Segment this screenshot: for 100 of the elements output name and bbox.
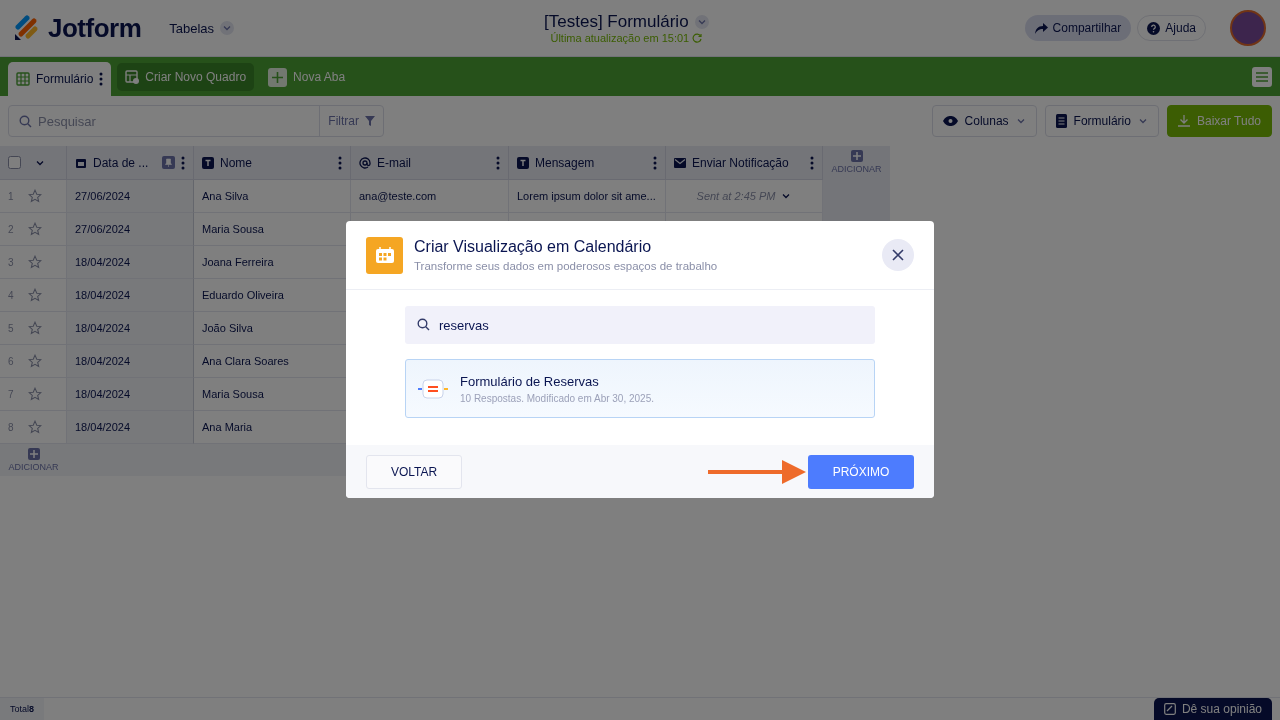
menu-icon bbox=[1256, 72, 1268, 82]
help-icon bbox=[1147, 21, 1161, 35]
more-icon[interactable] bbox=[181, 155, 185, 170]
calendar-icon bbox=[75, 156, 87, 169]
feedback-button[interactable]: Dê sua opinião bbox=[1153, 697, 1272, 720]
section-dropdown[interactable]: Tabelas bbox=[169, 20, 235, 36]
document-icon bbox=[1055, 114, 1067, 128]
text-type-icon bbox=[202, 156, 214, 169]
table-cell: Lorem ipsum dolor sit ame... bbox=[517, 190, 656, 202]
table-cell: 27/06/2024 bbox=[75, 223, 131, 235]
modal-subtitle: Transforme seus dados em poderosos espaços de trabalho bbox=[414, 260, 719, 272]
more-icon[interactable] bbox=[338, 155, 342, 170]
plus-icon bbox=[268, 67, 288, 87]
table-cell: 18/04/2024 bbox=[75, 355, 131, 367]
table-cell: 18/04/2024 bbox=[75, 322, 131, 334]
grid-icon bbox=[16, 72, 30, 86]
logo-text: Jotform bbox=[48, 12, 142, 44]
column-header[interactable]: Data de ... bbox=[67, 146, 194, 180]
search-icon bbox=[417, 318, 430, 331]
columns-button[interactable]: Colunas bbox=[931, 105, 1037, 137]
back-button[interactable]: VOLTAR bbox=[366, 454, 462, 489]
share-button[interactable]: Compartilhar bbox=[1024, 15, 1132, 41]
at-sign-icon bbox=[359, 156, 371, 169]
tab[interactable]: Criar Novo Quadro bbox=[117, 63, 255, 91]
filter-icon bbox=[365, 116, 375, 126]
table-cell: Eduardo Oliveira bbox=[202, 289, 284, 301]
result-meta: 10 Respostas. Modificado em Abr 30, 2025. bbox=[460, 392, 654, 404]
table-cell: 18/04/2024 bbox=[75, 421, 131, 433]
result-title: Formulário de Reservas bbox=[460, 373, 600, 389]
tab[interactable]: Formulário bbox=[8, 62, 112, 96]
more-icon[interactable] bbox=[496, 155, 500, 170]
column-header[interactable]: Nome bbox=[194, 146, 351, 180]
title-dropdown[interactable] bbox=[694, 15, 709, 29]
chevron-down-icon bbox=[696, 17, 707, 27]
total-count: Total8 bbox=[0, 698, 45, 720]
share-arrow-icon bbox=[1034, 22, 1048, 34]
column-header[interactable]: Enviar Notificação bbox=[666, 146, 823, 180]
table-cell: 27/06/2024 bbox=[75, 190, 131, 202]
chevron-down-icon bbox=[1137, 116, 1148, 126]
modal-title: Criar Visualização em Calendário bbox=[414, 238, 653, 256]
logo-icon bbox=[14, 15, 40, 41]
chevron-down-icon bbox=[1015, 116, 1026, 126]
row-number: 4 bbox=[8, 289, 15, 301]
star-icon[interactable] bbox=[28, 354, 42, 368]
user-avatar[interactable] bbox=[1230, 10, 1266, 46]
board-add-icon bbox=[125, 70, 140, 84]
last-updated-text: Última atualização em 15:01 bbox=[550, 32, 690, 44]
table-cell: 18/04/2024 bbox=[75, 289, 131, 301]
star-icon[interactable] bbox=[28, 189, 42, 203]
row-number: 7 bbox=[8, 388, 15, 400]
column-header[interactable]: E-mail bbox=[351, 146, 509, 180]
table-cell: Maria Sousa bbox=[202, 388, 264, 400]
select-all-checkbox[interactable] bbox=[8, 156, 21, 169]
table-cell: Maria Sousa bbox=[202, 223, 264, 235]
table-cell: 18/04/2024 bbox=[75, 256, 131, 268]
table-cell: Ana Silva bbox=[202, 190, 249, 202]
help-button[interactable]: Ajuda bbox=[1137, 15, 1206, 41]
tab[interactable]: Nova Aba bbox=[260, 63, 354, 91]
next-button[interactable]: PRÓXIMO bbox=[808, 454, 914, 489]
more-icon[interactable] bbox=[653, 155, 657, 170]
form-dropdown[interactable]: Formulário bbox=[1044, 105, 1159, 137]
chevron-down-icon bbox=[222, 23, 233, 33]
search-icon bbox=[19, 114, 32, 128]
eye-icon bbox=[942, 116, 958, 126]
menu-button[interactable] bbox=[1252, 67, 1272, 87]
plus-icon bbox=[27, 448, 40, 460]
star-icon[interactable] bbox=[28, 288, 42, 302]
close-icon bbox=[892, 249, 904, 261]
form-result-item[interactable]: Formulário de Reservas 10 Respostas. Modificado em Abr 30, 2025. bbox=[405, 359, 875, 418]
star-icon[interactable] bbox=[28, 321, 42, 335]
refresh-icon[interactable] bbox=[692, 33, 703, 43]
star-icon[interactable] bbox=[28, 255, 42, 269]
more-icon[interactable] bbox=[99, 72, 104, 86]
star-icon[interactable] bbox=[28, 222, 42, 236]
table-cell: Sent at 2:45 PM bbox=[696, 190, 776, 202]
filter-button[interactable]: Filtrar bbox=[319, 106, 383, 136]
form-search-field[interactable]: reservas bbox=[405, 306, 875, 344]
close-button[interactable] bbox=[882, 239, 914, 271]
plus-icon bbox=[850, 150, 863, 162]
more-icon[interactable] bbox=[810, 155, 814, 170]
table-cell: 18/04/2024 bbox=[75, 388, 131, 400]
feedback-icon bbox=[1163, 703, 1176, 715]
form-icon bbox=[418, 378, 448, 399]
calendar-icon bbox=[366, 236, 403, 274]
column-header[interactable]: Mensagem bbox=[509, 146, 666, 180]
text-type-icon bbox=[517, 156, 529, 169]
search-field[interactable]: Pesquisar Filtrar bbox=[8, 105, 384, 137]
download-icon bbox=[1177, 115, 1190, 127]
form-title: [Testes] Formulário bbox=[544, 12, 689, 32]
row-number: 3 bbox=[8, 256, 15, 268]
star-icon[interactable] bbox=[28, 387, 42, 401]
table-cell: Ana Maria bbox=[202, 421, 253, 433]
table-cell: Joana Ferreira bbox=[202, 256, 274, 268]
pin-icon[interactable] bbox=[162, 156, 175, 169]
table-cell: João Silva bbox=[202, 322, 253, 334]
star-icon[interactable] bbox=[28, 420, 42, 434]
envelope-icon bbox=[674, 157, 686, 168]
table-cell: Ana Clara Soares bbox=[202, 355, 289, 367]
chevron-down-icon bbox=[781, 191, 792, 201]
add-row-button[interactable]: ADICIONAR bbox=[0, 444, 67, 476]
